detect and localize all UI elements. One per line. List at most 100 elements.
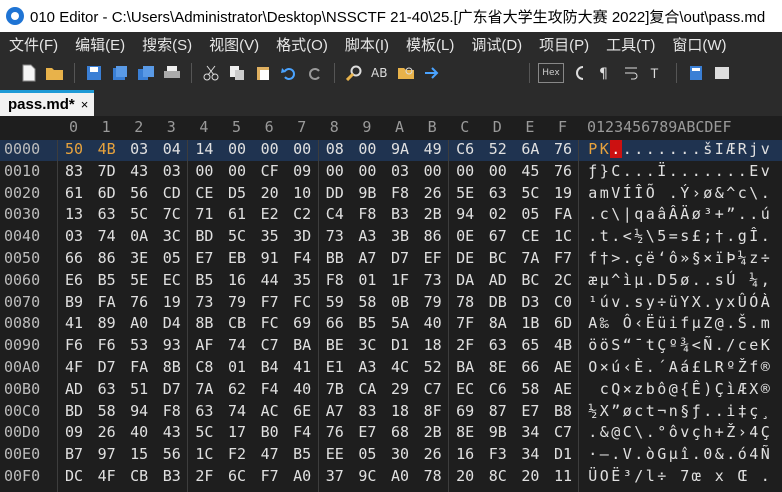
- ascii-text[interactable]: O × ú ‹ È. ´ Aá £ L Rº Žf ®: [587, 358, 771, 376]
- hex-byte[interactable]: 8B: [192, 314, 216, 332]
- hex-byte[interactable]: 2C: [551, 271, 575, 289]
- inspector-icon[interactable]: [711, 62, 733, 84]
- hex-byte[interactable]: 2B: [421, 205, 445, 223]
- hex-byte[interactable]: BD: [62, 402, 86, 420]
- open-folder-icon[interactable]: [44, 62, 66, 84]
- menu-format[interactable]: 格式(O): [267, 34, 336, 55]
- hex-byte[interactable]: F7: [258, 293, 282, 311]
- hex-byte[interactable]: 2F: [453, 336, 477, 354]
- hex-byte[interactable]: 63: [486, 336, 510, 354]
- hex-byte[interactable]: 17: [225, 423, 249, 441]
- hex-byte[interactable]: A0: [127, 314, 151, 332]
- hex-byte[interactable]: 20: [258, 184, 282, 202]
- hex-byte[interactable]: 86: [95, 249, 119, 267]
- hex-byte[interactable]: 1C: [192, 445, 216, 463]
- hex-byte[interactable]: B5: [95, 271, 119, 289]
- hex-byte[interactable]: 66: [62, 249, 86, 267]
- hex-byte[interactable]: DC: [62, 467, 86, 485]
- hex-byte[interactable]: B8: [551, 402, 575, 420]
- hex-byte[interactable]: 4C: [388, 358, 412, 376]
- hex-byte[interactable]: 3C: [160, 227, 184, 245]
- hex-byte[interactable]: D1: [551, 445, 575, 463]
- hex-byte[interactable]: 49: [421, 140, 445, 158]
- hex-byte[interactable]: 3E: [127, 249, 151, 267]
- hex-byte[interactable]: 05: [160, 249, 184, 267]
- hex-byte[interactable]: 45: [518, 162, 542, 180]
- hex-byte[interactable]: B3: [388, 205, 412, 223]
- save-as-icon[interactable]: [109, 62, 131, 84]
- hex-byte[interactable]: 08: [323, 140, 347, 158]
- hex-byte[interactable]: C7: [421, 380, 445, 398]
- hex-byte[interactable]: 78: [421, 467, 445, 485]
- hex-byte[interactable]: C0: [551, 293, 575, 311]
- ascii-text[interactable]: . c \ | q a â Â Äø ³ +”.. ú: [587, 205, 771, 223]
- hex-byte[interactable]: 3B: [388, 227, 412, 245]
- hex-byte[interactable]: 00: [421, 162, 445, 180]
- hex-byte[interactable]: A3: [355, 227, 379, 245]
- hex-byte[interactable]: 09: [62, 423, 86, 441]
- hex-byte[interactable]: 4F: [95, 467, 119, 485]
- copy-icon[interactable]: [226, 62, 248, 84]
- hex-byte[interactable]: C7: [551, 423, 575, 441]
- hex-byte[interactable]: 9B: [355, 184, 379, 202]
- hex-byte[interactable]: C4: [323, 205, 347, 223]
- hex-byte[interactable]: 05: [518, 205, 542, 223]
- hex-byte[interactable]: 67: [486, 227, 510, 245]
- hex-byte[interactable]: 20: [518, 467, 542, 485]
- hex-byte[interactable]: AD: [486, 271, 510, 289]
- hex-byte[interactable]: 86: [421, 227, 445, 245]
- hex-row[interactable]: 00B0 AD 63 51 D7 7A 62 F4 40 7B CA 29 C7 EC C6 58 AE ­cQ×…: [0, 380, 782, 401]
- hex-byte[interactable]: 5C: [192, 423, 216, 441]
- hex-byte[interactable]: 3C: [355, 336, 379, 354]
- hex-byte[interactable]: 41: [290, 358, 314, 376]
- hex-byte[interactable]: CA: [355, 380, 379, 398]
- hex-byte[interactable]: 5A: [388, 314, 412, 332]
- hex-byte[interactable]: 6A: [518, 140, 542, 158]
- hex-byte[interactable]: A7: [323, 402, 347, 420]
- hex-byte[interactable]: 79: [225, 293, 249, 311]
- hex-byte[interactable]: 68: [388, 423, 412, 441]
- hex-byte[interactable]: 83: [62, 162, 86, 180]
- hex-byte[interactable]: E6: [62, 271, 86, 289]
- menu-debug[interactable]: 调试(D): [462, 34, 530, 55]
- hex-byte[interactable]: AF: [192, 336, 216, 354]
- redo-icon[interactable]: [304, 62, 326, 84]
- hex-byte[interactable]: DA: [453, 271, 477, 289]
- ascii-text[interactable]: A ‰ Ô ‹ Ëü i f µ Z @. Š. m: [587, 314, 771, 332]
- hex-byte[interactable]: 43: [127, 162, 151, 180]
- ascii-text[interactable]: ö ö S “¯ t Çº ¾ < Ñ. / c e K: [587, 336, 771, 354]
- hex-byte[interactable]: D4: [160, 314, 184, 332]
- hex-byte[interactable]: 00: [192, 162, 216, 180]
- hex-byte[interactable]: 91: [258, 249, 282, 267]
- menu-window[interactable]: 窗口(W): [663, 34, 734, 55]
- hex-byte[interactable]: 47: [258, 445, 282, 463]
- hex-byte[interactable]: 40: [421, 314, 445, 332]
- hex-byte[interactable]: 7F: [453, 314, 477, 332]
- hex-byte[interactable]: 8E: [486, 358, 510, 376]
- hex-byte[interactable]: 66: [518, 358, 542, 376]
- hex-byte[interactable]: 26: [421, 184, 445, 202]
- hex-byte[interactable]: 1C: [551, 227, 575, 245]
- hex-byte[interactable]: F3: [486, 445, 510, 463]
- replace-icon[interactable]: AB: [369, 62, 391, 84]
- hex-byte[interactable]: E1: [323, 358, 347, 376]
- hex-byte[interactable]: CD: [160, 184, 184, 202]
- ascii-text[interactable]: amVÍÎÕ . Ý › ø & ^ c \.: [587, 184, 771, 202]
- hex-byte[interactable]: F7: [551, 249, 575, 267]
- hex-byte[interactable]: D5: [225, 184, 249, 202]
- hex-byte[interactable]: 78: [453, 293, 477, 311]
- hex-byte[interactable]: 8A: [486, 314, 510, 332]
- hex-byte[interactable]: 76: [551, 140, 575, 158]
- ascii-text[interactable]: ¹ ú v. s y ÷ ü Y X. y x Û Ó À: [587, 293, 771, 311]
- hex-byte[interactable]: F6: [62, 336, 86, 354]
- hex-byte[interactable]: 43: [160, 423, 184, 441]
- hex-byte[interactable]: 94: [453, 205, 477, 223]
- hex-byte[interactable]: B4: [258, 358, 282, 376]
- hex-byte[interactable]: BD: [192, 227, 216, 245]
- hex-byte[interactable]: AD: [62, 380, 86, 398]
- hex-byte[interactable]: F4: [258, 380, 282, 398]
- hex-byte[interactable]: 35: [258, 227, 282, 245]
- hex-byte[interactable]: 30: [388, 445, 412, 463]
- hex-byte[interactable]: 29: [388, 380, 412, 398]
- hex-byte[interactable]: 58: [95, 402, 119, 420]
